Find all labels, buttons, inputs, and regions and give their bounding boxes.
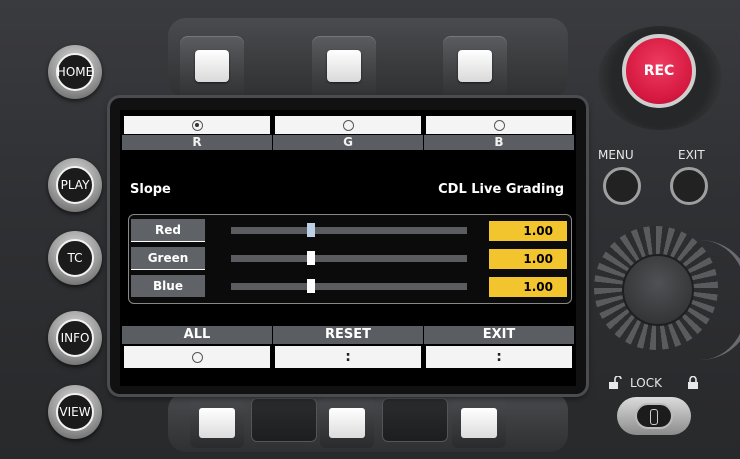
radio-icon xyxy=(342,119,354,131)
tab-g-label: G xyxy=(273,135,423,150)
home-button-label: HOME xyxy=(56,53,94,91)
exit-label: EXIT xyxy=(678,148,705,162)
function-key-4[interactable] xyxy=(190,398,244,448)
green-value: 1.00 xyxy=(489,249,567,269)
bottom-tab-row: ALL RESET : EXIT : xyxy=(120,326,576,374)
exit-button[interactable] xyxy=(670,167,708,205)
function-key-3[interactable] xyxy=(443,36,507,100)
red-slider[interactable] xyxy=(231,227,467,234)
green-slider-thumb[interactable] xyxy=(307,251,316,265)
lcd-screen: R G B Slope CDL Live Grading Red Green B… xyxy=(120,110,576,386)
unlock-icon xyxy=(609,376,622,389)
camera-control-panel: HOME PLAY TC INFO VIEW R G B Slope CDL L… xyxy=(0,0,740,459)
screen-title: Slope xyxy=(130,182,171,197)
play-button[interactable]: PLAY xyxy=(48,158,102,212)
tab-reset-label: RESET xyxy=(273,326,423,344)
row-label-blue: Blue xyxy=(131,275,205,297)
function-key-1[interactable] xyxy=(180,36,244,100)
blue-value: 1.00 xyxy=(489,277,567,297)
tab-g[interactable]: G xyxy=(273,114,423,150)
blue-slider-thumb[interactable] xyxy=(307,279,316,293)
tab-exit-label: EXIT xyxy=(424,326,574,344)
tab-exit-control: : xyxy=(426,346,572,368)
tc-button-label: TC xyxy=(56,239,94,277)
tab-exit[interactable]: EXIT : xyxy=(424,326,574,374)
menu-button[interactable] xyxy=(603,167,641,205)
view-button[interactable]: VIEW xyxy=(48,385,102,439)
play-button-label: PLAY xyxy=(56,166,94,204)
row-label-green: Green xyxy=(131,247,205,270)
tab-reset[interactable]: RESET : xyxy=(273,326,423,374)
jog-dial-center[interactable] xyxy=(622,254,694,326)
bottom-key-slot xyxy=(251,398,317,442)
blue-slider[interactable] xyxy=(231,283,467,290)
slope-panel: Red Green Blue 1.00 1.00 1.00 xyxy=(128,214,572,304)
top-tab-row: R G B xyxy=(120,114,576,150)
bottom-key-slot xyxy=(382,398,448,442)
radio-selected-icon xyxy=(191,119,203,131)
info-button-label: INFO xyxy=(56,319,94,357)
tab-b-label: B xyxy=(424,135,574,150)
lock-icon xyxy=(688,376,698,389)
view-button-label: VIEW xyxy=(56,393,94,431)
radio-icon xyxy=(493,119,505,131)
function-key-6[interactable] xyxy=(452,398,506,448)
lock-label: LOCK xyxy=(630,376,662,390)
row-label-red: Red xyxy=(131,219,205,242)
tab-all[interactable]: ALL xyxy=(122,326,272,374)
function-key-5[interactable] xyxy=(320,398,374,448)
rec-button[interactable]: REC xyxy=(622,34,696,108)
red-value: 1.00 xyxy=(489,221,567,241)
lock-switch[interactable] xyxy=(617,397,691,435)
tab-r[interactable]: R xyxy=(122,114,272,150)
home-button[interactable]: HOME xyxy=(48,45,102,99)
tab-all-label: ALL xyxy=(122,326,272,344)
radio-icon xyxy=(191,351,203,363)
rec-button-label: REC xyxy=(643,63,675,79)
function-key-2[interactable] xyxy=(312,36,376,100)
tab-r-label: R xyxy=(122,135,272,150)
tc-button[interactable]: TC xyxy=(48,231,102,285)
tab-reset-control: : xyxy=(275,346,421,368)
menu-label: MENU xyxy=(598,148,634,162)
red-slider-thumb[interactable] xyxy=(307,223,316,237)
tab-b[interactable]: B xyxy=(424,114,574,150)
green-slider[interactable] xyxy=(231,255,467,262)
screen-mode: CDL Live Grading xyxy=(438,182,564,197)
info-button[interactable]: INFO xyxy=(48,311,102,365)
